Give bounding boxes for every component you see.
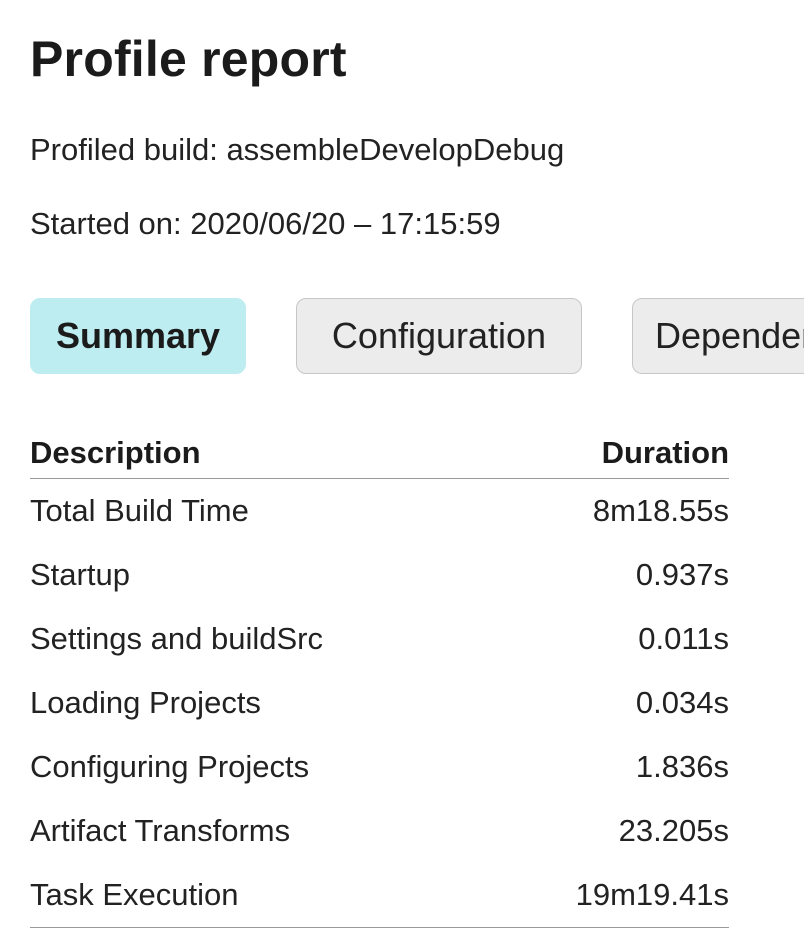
table-header-row: Description Duration	[30, 430, 729, 479]
column-header-duration: Duration	[500, 430, 729, 479]
row-duration: 0.034s	[635, 685, 729, 720]
table-row: Configuring Projects 1.836s	[30, 735, 729, 799]
row-duration: 0.011s	[638, 621, 729, 656]
column-header-description: Description	[30, 430, 500, 479]
report-tabs: Summary Configuration Dependency Resolut…	[30, 298, 804, 376]
row-duration: 19m19.41s	[500, 863, 729, 928]
row-description: Startup	[30, 557, 130, 592]
row-description: Total Build Time	[30, 493, 249, 528]
row-description: Settings and buildSrc	[30, 621, 323, 656]
profiled-build-text: Profiled build: assembleDevelopDebug	[30, 132, 565, 167]
page-title: Profile report	[30, 31, 347, 87]
table-row: Settings and buildSrc 0.011s	[30, 607, 729, 671]
tab-summary[interactable]: Summary	[30, 298, 246, 374]
table-row: Total Build Time 8m18.55s	[30, 479, 729, 544]
table-row: Task Execution 19m19.41s	[30, 863, 729, 928]
row-duration: 8m18.55s	[592, 493, 729, 528]
row-description: Artifact Transforms	[30, 813, 291, 848]
row-description: Configuring Projects	[30, 749, 310, 784]
row-duration: 0.937s	[635, 557, 729, 592]
row-duration: 23.205s	[618, 813, 729, 848]
profile-report-page: Profile report Profiled build: assembleD…	[0, 0, 804, 934]
table-row: Startup 0.937s	[30, 543, 729, 607]
tab-configuration[interactable]: Configuration	[296, 298, 582, 374]
row-duration: 1.836s	[635, 749, 729, 784]
started-on-text: Started on: 2020/06/20 – 17:15:59	[30, 206, 501, 241]
row-description: Task Execution	[30, 863, 500, 928]
row-description: Loading Projects	[30, 685, 261, 720]
table-row: Loading Projects 0.034s	[30, 671, 729, 735]
tab-dependency-resolution[interactable]: Dependency Resolution	[632, 298, 804, 374]
summary-table: Description Duration Total Build Time 8m…	[30, 430, 729, 928]
table-row: Artifact Transforms 23.205s	[30, 799, 729, 863]
